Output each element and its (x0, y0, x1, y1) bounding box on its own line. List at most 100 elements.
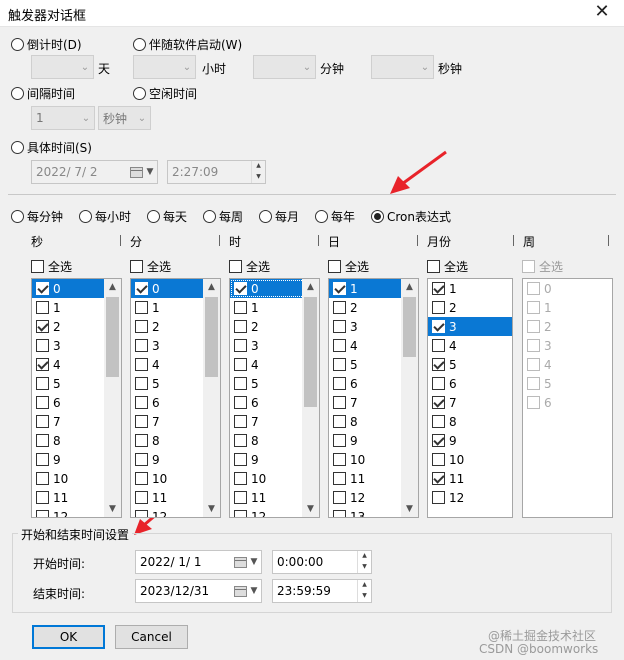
scroll-thumb[interactable] (403, 297, 416, 357)
time-spinner[interactable]: ▲ ▼ (357, 580, 371, 602)
checkbox[interactable] (234, 491, 247, 504)
scrollbar[interactable]: ▲ ▼ (401, 279, 418, 517)
hour-combo[interactable]: ⌄ (133, 55, 196, 79)
checkbox[interactable] (234, 453, 247, 466)
list-item[interactable]: 9 (428, 431, 512, 450)
scroll-up-icon[interactable]: ▲ (401, 279, 418, 295)
list-item[interactable]: 4 (428, 336, 512, 355)
checkbox[interactable] (234, 358, 247, 371)
scrollbar[interactable]: ▲ ▼ (203, 279, 220, 517)
checkbox[interactable] (135, 377, 148, 390)
checkbox[interactable] (135, 415, 148, 428)
checkbox[interactable] (432, 358, 445, 371)
radio-per-day[interactable]: 每天 (147, 208, 187, 225)
checkbox[interactable] (36, 491, 49, 504)
checkbox[interactable] (135, 320, 148, 333)
checkbox[interactable] (333, 434, 346, 447)
checkbox[interactable] (36, 282, 49, 295)
minutes-list[interactable]: 0 1 2 3 4 5 6 7 8 9 10 11 12 ▲ ▼ (130, 278, 221, 518)
list-item[interactable]: 12 (428, 488, 512, 507)
scroll-thumb[interactable] (106, 297, 119, 377)
checkbox[interactable] (432, 320, 445, 333)
cancel-button[interactable]: Cancel (115, 625, 188, 649)
checkbox[interactable] (36, 510, 49, 517)
scroll-down-icon[interactable]: ▼ (401, 501, 418, 517)
checkbox[interactable] (36, 339, 49, 352)
second-combo[interactable]: ⌄ (371, 55, 434, 79)
checkbox[interactable] (432, 301, 445, 314)
checkbox[interactable] (36, 434, 49, 447)
list-item[interactable]: 3 (428, 317, 512, 336)
scroll-down-icon[interactable]: ▼ (302, 501, 319, 517)
days-list[interactable]: 1 2 3 4 5 6 7 8 9 10 11 12 13 ▲ ▼ (328, 278, 419, 518)
scroll-thumb[interactable] (205, 297, 218, 377)
scroll-up-icon[interactable]: ▲ (203, 279, 220, 295)
scroll-down-icon[interactable]: ▼ (203, 501, 220, 517)
time-spinner[interactable]: ▲ ▼ (251, 161, 265, 183)
scroll-up-icon[interactable]: ▲ (104, 279, 121, 295)
checkbox[interactable] (333, 320, 346, 333)
checkbox[interactable] (333, 453, 346, 466)
checkbox[interactable] (135, 491, 148, 504)
list-item[interactable]: 10 (428, 450, 512, 469)
checkbox[interactable] (432, 415, 445, 428)
list-item[interactable]: 6 (428, 374, 512, 393)
checkbox[interactable] (333, 301, 346, 314)
checkbox[interactable] (234, 301, 247, 314)
checkbox[interactable] (432, 396, 445, 409)
checkbox[interactable] (432, 282, 445, 295)
checkbox[interactable] (432, 339, 445, 352)
checkbox[interactable] (333, 510, 346, 517)
checkbox[interactable] (135, 472, 148, 485)
checkbox[interactable] (36, 377, 49, 390)
list-item[interactable]: 8 (428, 412, 512, 431)
checkbox[interactable] (432, 377, 445, 390)
checkbox[interactable] (432, 472, 445, 485)
checkbox[interactable] (234, 434, 247, 447)
radio-specific-time[interactable]: 具体时间(S) (11, 139, 92, 156)
checkbox[interactable] (135, 510, 148, 517)
checkbox[interactable] (234, 339, 247, 352)
select-all-days[interactable]: 全选 (328, 258, 369, 275)
start-time-input[interactable]: 0:00:00 ▲ ▼ (272, 550, 372, 574)
specific-date-picker[interactable]: 2022/ 7/ 2 ▼ (31, 160, 158, 184)
checkbox[interactable] (36, 472, 49, 485)
checkbox[interactable] (234, 282, 247, 295)
checkbox[interactable] (432, 453, 445, 466)
checkbox[interactable] (36, 396, 49, 409)
scrollbar[interactable]: ▲ ▼ (104, 279, 121, 517)
checkbox[interactable] (36, 320, 49, 333)
radio-per-week[interactable]: 每周 (203, 208, 243, 225)
day-combo[interactable]: ⌄ (31, 55, 94, 79)
checkbox[interactable] (333, 491, 346, 504)
checkbox[interactable] (135, 339, 148, 352)
checkbox[interactable] (135, 453, 148, 466)
checkbox[interactable] (234, 377, 247, 390)
radio-cron[interactable]: Cron表达式 (371, 208, 451, 225)
checkbox[interactable] (135, 301, 148, 314)
checkbox[interactable] (432, 434, 445, 447)
time-spinner[interactable]: ▲ ▼ (357, 551, 371, 573)
checkbox[interactable] (135, 396, 148, 409)
checkbox[interactable] (234, 472, 247, 485)
radio-with-software[interactable]: 伴随软件启动(W) (133, 36, 242, 53)
minute-combo[interactable]: ⌄ (253, 55, 316, 79)
select-all-seconds[interactable]: 全选 (31, 258, 72, 275)
checkbox[interactable] (333, 415, 346, 428)
checkbox[interactable] (333, 358, 346, 371)
scrollbar[interactable]: ▲ ▼ (302, 279, 319, 517)
scroll-up-icon[interactable]: ▲ (302, 279, 319, 295)
radio-per-year[interactable]: 每年 (315, 208, 355, 225)
checkbox[interactable] (234, 510, 247, 517)
select-all-hours[interactable]: 全选 (229, 258, 270, 275)
months-list[interactable]: 1 2 3 4 5 6 7 8 9 10 11 12 (427, 278, 513, 518)
checkbox[interactable] (36, 453, 49, 466)
scroll-down-icon[interactable]: ▼ (104, 501, 121, 517)
select-all-minutes[interactable]: 全选 (130, 258, 171, 275)
checkbox[interactable] (333, 282, 346, 295)
list-item[interactable]: 7 (428, 393, 512, 412)
checkbox[interactable] (135, 434, 148, 447)
end-time-input[interactable]: 23:59:59 ▲ ▼ (272, 579, 372, 603)
scroll-thumb[interactable] (304, 297, 317, 407)
end-date-picker[interactable]: 2023/12/31 ▼ (135, 579, 262, 603)
